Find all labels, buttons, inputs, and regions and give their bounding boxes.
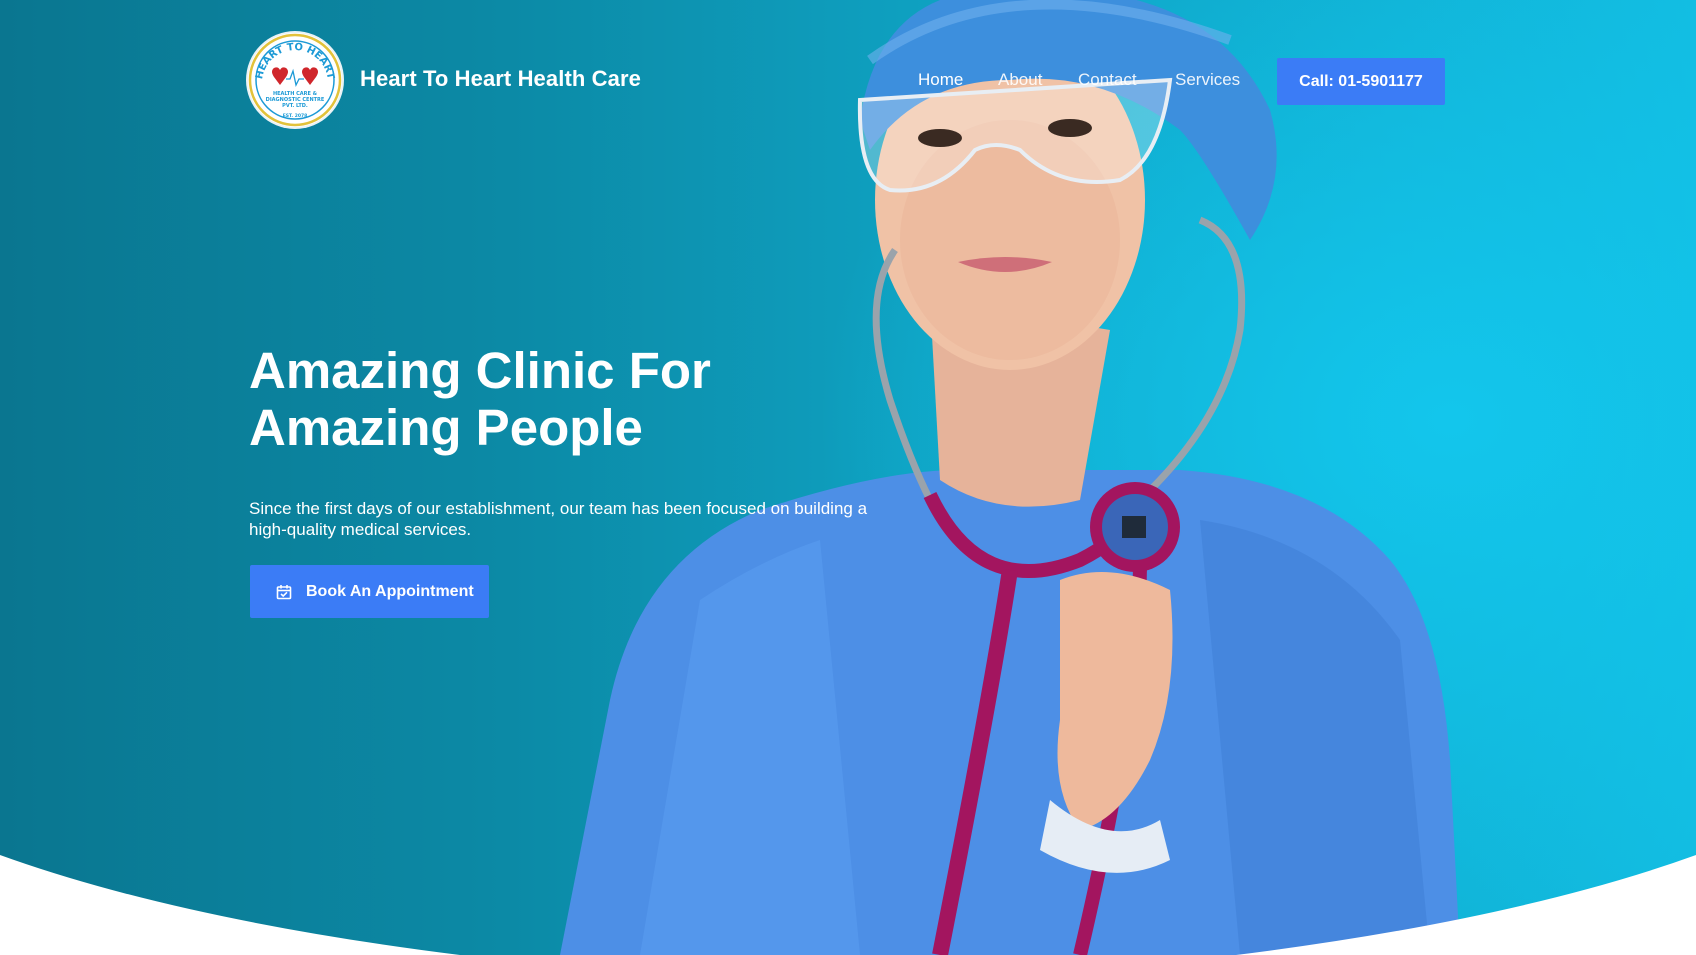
brand-name[interactable]: Heart To Heart Health Care (360, 66, 641, 92)
hero-subtext: Since the first days of our establishmen… (249, 499, 868, 539)
clinician-photo (560, 0, 1460, 955)
nav-item-contact[interactable]: Contact (1078, 70, 1137, 90)
book-appointment-button[interactable]: Book An Appointment (250, 565, 489, 618)
nav-item-about[interactable]: About (998, 70, 1042, 90)
call-button[interactable]: Call: 01-5901177 (1277, 58, 1445, 105)
hero-headline-line2: Amazing People (249, 399, 643, 456)
calendar-check-icon (276, 584, 292, 599)
brand-logo[interactable]: HEART TO HEART HEALTH CARE & DIAGNOSTIC … (248, 33, 342, 127)
nav-item-home[interactable]: Home (918, 70, 963, 90)
hero-headline: Amazing Clinic For Amazing People (249, 342, 869, 456)
hero-section: HEART TO HEART HEALTH CARE & DIAGNOSTIC … (0, 0, 1696, 955)
nav-item-services[interactable]: Services (1175, 70, 1240, 90)
book-appointment-label: Book An Appointment (306, 582, 474, 600)
logo-est: EST. 2078 (283, 113, 308, 119)
hero-headline-line1: Amazing Clinic For (249, 342, 711, 399)
logo-line3: PVT. LTD. (282, 103, 308, 109)
